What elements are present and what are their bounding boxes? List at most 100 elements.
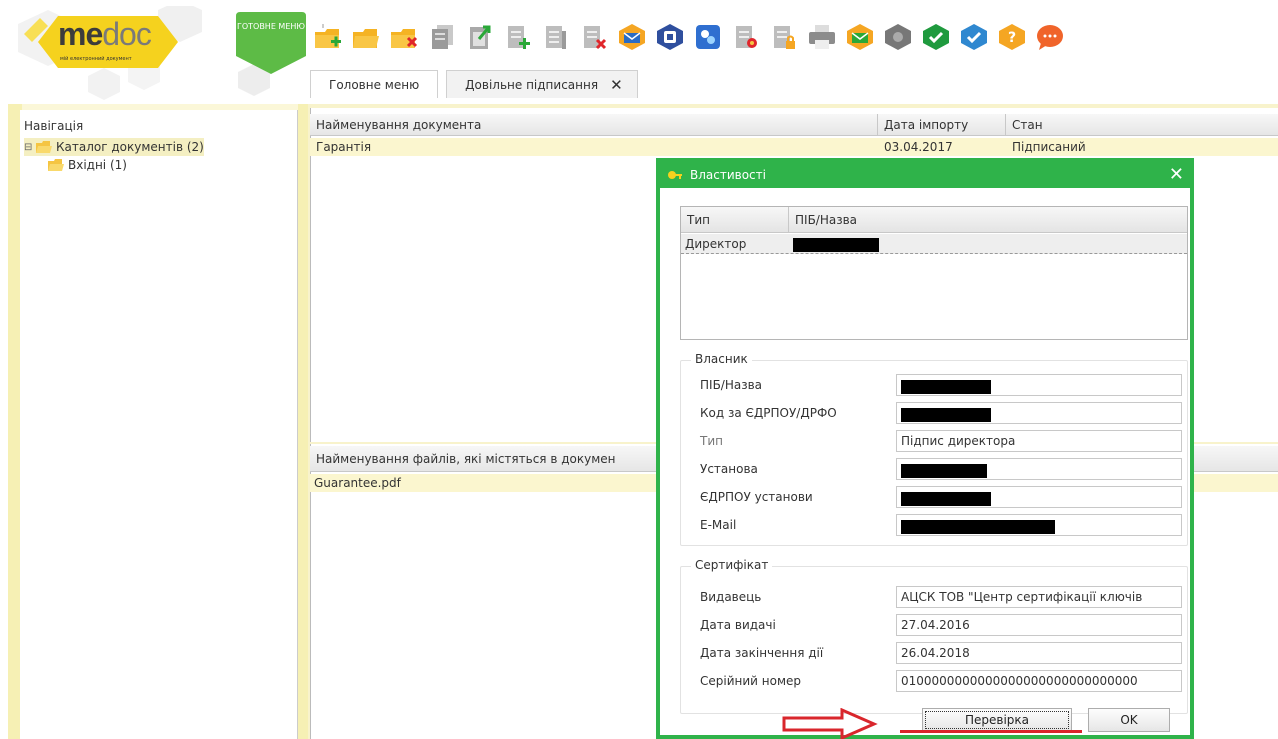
redacted-block (901, 492, 991, 506)
send-button[interactable] (614, 15, 650, 59)
field-label: ЄДРПОУ установи (700, 490, 813, 504)
dialog-title: Властивості (690, 168, 766, 182)
column-header-type[interactable]: Тип (681, 207, 789, 233)
field-label: Дата закінчення дії (700, 646, 824, 660)
close-icon[interactable]: ✕ (1169, 164, 1184, 186)
lock-document-button[interactable] (766, 15, 802, 59)
documents-grid-header: Найменування документа Дата імпорту Стан (310, 114, 1278, 136)
tree-item-label: Вхідні (1) (68, 158, 127, 172)
issue-date-row: Дата видачі 27.04.2016 (700, 614, 1182, 636)
verify-button[interactable] (956, 15, 992, 59)
highlight-underline (900, 730, 1082, 733)
tab-label: Довільне підписання (465, 77, 599, 92)
dialog-body: Тип ПІБ/Назва Директор Власник ПІБ/Назва… (660, 188, 1190, 735)
redacted-block (901, 464, 987, 478)
nav-title: Навігація (24, 119, 84, 133)
field-label: Дата видачі (700, 618, 776, 632)
redacted-block (901, 520, 1055, 534)
owner-type-field[interactable]: Підпис директора (896, 430, 1182, 452)
expiry-date-field[interactable]: 26.04.2018 (896, 642, 1182, 664)
owner-org-code-row: ЄДРПОУ установи (700, 486, 1182, 508)
copy-icon (432, 25, 453, 49)
properties-dialog: Властивості ✕ Тип ПІБ/Назва Директор Вла… (656, 158, 1194, 739)
copy-button[interactable] (424, 15, 460, 59)
chat-icon (1037, 25, 1063, 50)
signer-type-cell: Директор (685, 237, 747, 251)
issue-date-field[interactable]: 27.04.2016 (896, 614, 1182, 636)
send-envelope-icon (619, 24, 645, 50)
issuer-field[interactable]: АЦСК ТОВ "Центр сертифікації ключів (896, 586, 1182, 608)
tree-item-incoming[interactable]: Вхідні (1) (48, 156, 127, 174)
table-row[interactable]: Гарантія 03.04.2017 Підписаний (310, 138, 1278, 156)
folder-open-button[interactable] (348, 15, 384, 59)
chat-button[interactable] (1032, 15, 1068, 59)
document-view-button[interactable] (538, 15, 574, 59)
owner-code-row: Код за ЄДРПОУ/ДРФО (700, 402, 1182, 424)
column-header-name[interactable]: ПІБ/Назва (789, 207, 1187, 233)
lock-document-icon (774, 26, 795, 49)
ok-button[interactable]: OK (1088, 708, 1170, 732)
sign-shield-icon (657, 24, 683, 50)
table-row[interactable]: Директор (681, 234, 1187, 254)
print-icon (809, 25, 835, 49)
field-label: E-Mail (700, 518, 737, 532)
owner-name-row: ПІБ/Назва (700, 374, 1182, 396)
owner-org-code-field[interactable] (896, 486, 1182, 508)
arrow-right-icon (782, 708, 878, 739)
tab-label: Головне меню (329, 77, 420, 92)
folder-add-icon (315, 24, 341, 48)
owner-code-field[interactable] (896, 402, 1182, 424)
owner-org-field[interactable] (896, 458, 1182, 480)
tab-main-menu[interactable]: Головне меню (310, 70, 439, 98)
settings-button[interactable] (880, 15, 916, 59)
field-label: ПІБ/Назва (700, 378, 763, 392)
certificate-button[interactable] (728, 15, 764, 59)
field-label: Видавець (700, 590, 762, 604)
owner-type-row: Тип Підпис директора (700, 430, 1182, 452)
column-header-document-name[interactable]: Найменування документа (310, 114, 878, 136)
receive-envelope-icon (847, 24, 873, 50)
redacted-block (901, 380, 991, 394)
verify-certificate-button[interactable]: Перевірка (922, 708, 1072, 732)
receive-button[interactable] (842, 15, 878, 59)
document-delete-button[interactable] (576, 15, 612, 59)
ready-menu-button[interactable] (232, 10, 310, 76)
tree-item-documents-catalog[interactable]: ⊟ Каталог документів (2) (24, 138, 204, 156)
folder-open-icon (48, 159, 64, 171)
redacted-block (901, 408, 991, 422)
document-add-button[interactable] (500, 15, 536, 59)
nav-panel (20, 110, 298, 739)
print-button[interactable] (804, 15, 840, 59)
owner-name-field[interactable] (896, 374, 1182, 396)
tree-collapse-icon[interactable]: ⊟ (24, 142, 36, 153)
help-button[interactable]: ? (994, 15, 1030, 59)
logo-tagline: мій електронний документ (60, 56, 132, 62)
field-label: Установа (700, 462, 758, 476)
dialog-title-bar[interactable]: Властивості ✕ (660, 162, 1190, 188)
issuer-row: Видавець АЦСК ТОВ "Центр сертифікації кл… (700, 586, 1182, 608)
document-delete-icon (584, 26, 607, 50)
export-button[interactable] (462, 15, 498, 59)
signer-name-cell (789, 234, 1187, 254)
accept-button[interactable] (918, 15, 954, 59)
field-label: Код за ЄДРПОУ/ДРФО (700, 406, 837, 420)
app-window: medoc мій електронний документ ГОТОВНЕ М… (0, 0, 1278, 739)
serial-field[interactable]: 0100000000000000000000000000000 (896, 670, 1182, 692)
sign-button[interactable] (652, 15, 688, 59)
close-icon[interactable]: ✕ (610, 76, 623, 94)
column-header-status[interactable]: Стан (1006, 114, 1278, 136)
status-cell: Підписаний (1012, 140, 1086, 154)
tab-free-signing[interactable]: Довільне підписання ✕ (446, 70, 638, 98)
folder-delete-button[interactable] (386, 15, 422, 59)
serial-row: Серійний номер 0100000000000000000000000… (700, 670, 1182, 692)
owner-email-field[interactable] (896, 514, 1182, 536)
verify-check-icon (961, 24, 987, 50)
column-header-import-date[interactable]: Дата імпорту (878, 114, 1006, 136)
owner-legend: Власник (691, 352, 752, 366)
encrypt-button[interactable] (690, 15, 726, 59)
field-label: Серійний номер (700, 674, 802, 688)
accept-check-icon (923, 24, 949, 50)
folder-add-button[interactable] (310, 15, 346, 59)
certificate-icon (736, 26, 757, 48)
redacted-block (793, 237, 879, 252)
